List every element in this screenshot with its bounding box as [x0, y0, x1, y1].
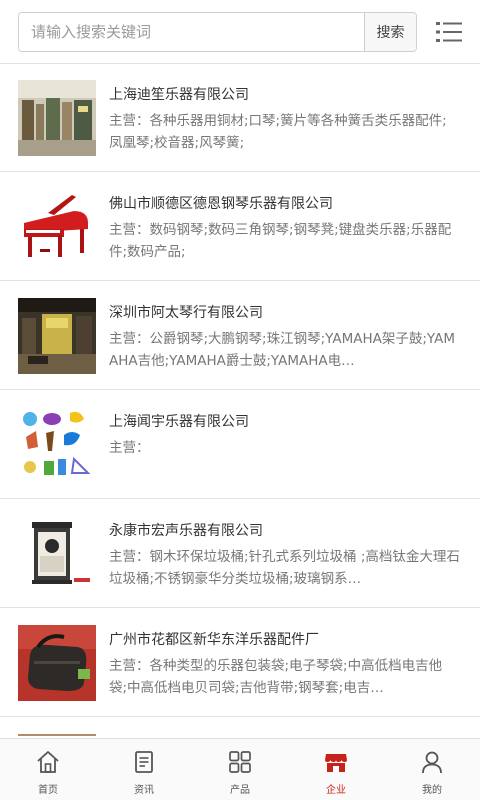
nav-label: 产品	[230, 785, 250, 796]
header: 搜索	[0, 0, 480, 64]
nav-label: 首页	[38, 785, 58, 796]
nav-label: 资讯	[134, 785, 154, 796]
bottom-nav: 首页 资讯 产品 企业 我的	[0, 738, 480, 800]
list-item[interactable]: 广州市花都区新华东洋乐器配件厂 主营：各种类型的乐器包装袋;电子琴袋;中高低档电…	[0, 609, 480, 717]
nav-item-companies[interactable]: 企业	[288, 739, 384, 800]
list-item[interactable]: 永康市宏声乐器有限公司 主营：钢木环保垃圾桶;针孔式系列垃圾桶 ;高档钛金大理石…	[0, 500, 480, 608]
company-business: 主营：数码钢琴;数码三角钢琴;钢琴凳;键盘类乐器;乐器配件;数码产品;	[109, 222, 452, 260]
company-list: 上海迪笙乐器有限公司 主营：各种乐器用铜材;口琴;簧片等各种簧舌类乐器配件;凤凰…	[0, 64, 480, 736]
company-name: 佛山市顺德区德恩钢琴乐器有限公司	[109, 196, 333, 212]
list-item[interactable]: 上海闻宇乐器有限公司 主营：	[0, 391, 480, 499]
music-store-photo	[18, 298, 96, 374]
instrument-bag-photo	[18, 625, 96, 701]
company-business: 主营：各种类型的乐器包装袋;电子琴袋;中高低档电吉他袋;中高低档电贝司袋;吉他背…	[109, 658, 443, 696]
nav-label: 企业	[326, 785, 346, 796]
nav-label: 我的	[422, 785, 442, 796]
company-business: 主营：公爵钢琴;大鹏钢琴;珠江钢琴;YAMAHA架子鼓;YAMAHA吉他;YAM…	[109, 331, 455, 369]
company-name: 广州市花都区新华东洋乐器配件厂	[109, 632, 319, 648]
company-name: 上海迪笙乐器有限公司	[109, 87, 249, 103]
list-item[interactable]: 上海迪笙乐器有限公司 主营：各种乐器用铜材;口琴;簧片等各种簧舌类乐器配件;凤凰…	[0, 64, 480, 172]
news-icon	[131, 749, 157, 775]
company-business: 主营：	[109, 440, 150, 456]
nav-item-profile[interactable]: 我的	[384, 739, 480, 800]
instrument-icons-collage	[18, 407, 96, 483]
nav-item-products[interactable]: 产品	[192, 739, 288, 800]
home-icon	[35, 749, 61, 775]
company-name: 上海闻宇乐器有限公司	[109, 414, 249, 430]
user-icon	[419, 749, 445, 775]
company-name: 深圳市阿太琴行有限公司	[109, 305, 263, 321]
menu-list-icon[interactable]	[434, 20, 464, 44]
search-input[interactable]	[19, 13, 364, 51]
search-button[interactable]: 搜索	[364, 13, 416, 51]
grid-icon	[227, 749, 253, 775]
trash-bin-photo	[18, 516, 96, 592]
shop-interior-photo	[18, 80, 96, 156]
company-name: 永康市宏声乐器有限公司	[109, 523, 263, 539]
nav-item-news[interactable]: 资讯	[96, 739, 192, 800]
list-item[interactable]: 佛山市顺德区德恩钢琴乐器有限公司 主营：数码钢琴;数码三角钢琴;钢琴凳;键盘类乐…	[0, 173, 480, 281]
nav-item-home[interactable]: 首页	[0, 739, 96, 800]
list-item[interactable]	[0, 718, 480, 736]
list-item-thumbnail	[18, 734, 96, 736]
search-box: 搜索	[18, 12, 417, 52]
company-business: 主营：各种乐器用铜材;口琴;簧片等各种簧舌类乐器配件;凤凰琴;校音器;风琴簧;	[109, 113, 447, 151]
red-grand-piano-photo	[18, 189, 96, 265]
company-business: 主营：钢木环保垃圾桶;针孔式系列垃圾桶 ;高档钛金大理石垃圾桶;不锈钢豪华分类垃…	[109, 549, 460, 587]
list-item[interactable]: 深圳市阿太琴行有限公司 主营：公爵钢琴;大鹏钢琴;珠江钢琴;YAMAHA架子鼓;…	[0, 282, 480, 390]
shop-icon	[323, 749, 349, 775]
